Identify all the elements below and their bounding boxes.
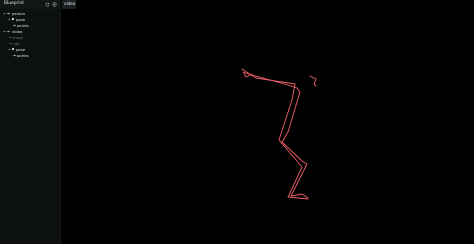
tree-item-label: video [12, 29, 23, 34]
entity-icon [12, 18, 14, 20]
tree-item-label: pose [16, 17, 26, 22]
tree-item-label: person [12, 11, 26, 16]
eye-icon[interactable] [9, 36, 12, 39]
pose-limb-head [309, 75, 317, 87]
tab-video[interactable]: video [62, 0, 76, 9]
pose-limb-torso [281, 87, 301, 143]
pose-limb-foot [290, 189, 309, 199]
tree-item-label: rgb [13, 41, 20, 46]
pose-skeleton [241, 68, 317, 200]
pose-limb-arm [241, 68, 296, 85]
eye-icon[interactable] [7, 12, 10, 15]
chevron-down-icon[interactable] [8, 18, 11, 21]
pose-limb-leg [278, 139, 303, 194]
video-viewport[interactable] [62, 10, 474, 244]
entity-icon [12, 48, 14, 50]
pose-overlay [241, 68, 317, 200]
app-window: Blueprint person pose points video mask … [0, 0, 474, 244]
blueprint-panel: Blueprint person pose points video mask … [0, 0, 61, 244]
pose-limb-torso [278, 83, 296, 141]
chevron-down-icon[interactable] [8, 48, 11, 51]
eye-icon[interactable] [7, 30, 10, 33]
eye-icon[interactable] [9, 42, 12, 45]
add-icon[interactable] [52, 2, 57, 7]
tab-label: video [64, 1, 76, 6]
blueprint-title: Blueprint [4, 1, 25, 6]
blueprint-header: Blueprint [0, 0, 61, 9]
tree-item-video-pose-points[interactable]: points [0, 53, 61, 59]
tree-item-label: mask [13, 35, 24, 40]
eye-icon[interactable] [13, 54, 16, 57]
chevron-down-icon[interactable] [3, 30, 6, 33]
tree-item-label: points [17, 53, 29, 58]
tree-item-label: points [17, 23, 29, 28]
eye-icon[interactable] [13, 24, 16, 27]
reset-icon[interactable] [45, 2, 50, 7]
tree-item-label: pose [16, 47, 26, 52]
chevron-down-icon[interactable] [3, 12, 6, 15]
